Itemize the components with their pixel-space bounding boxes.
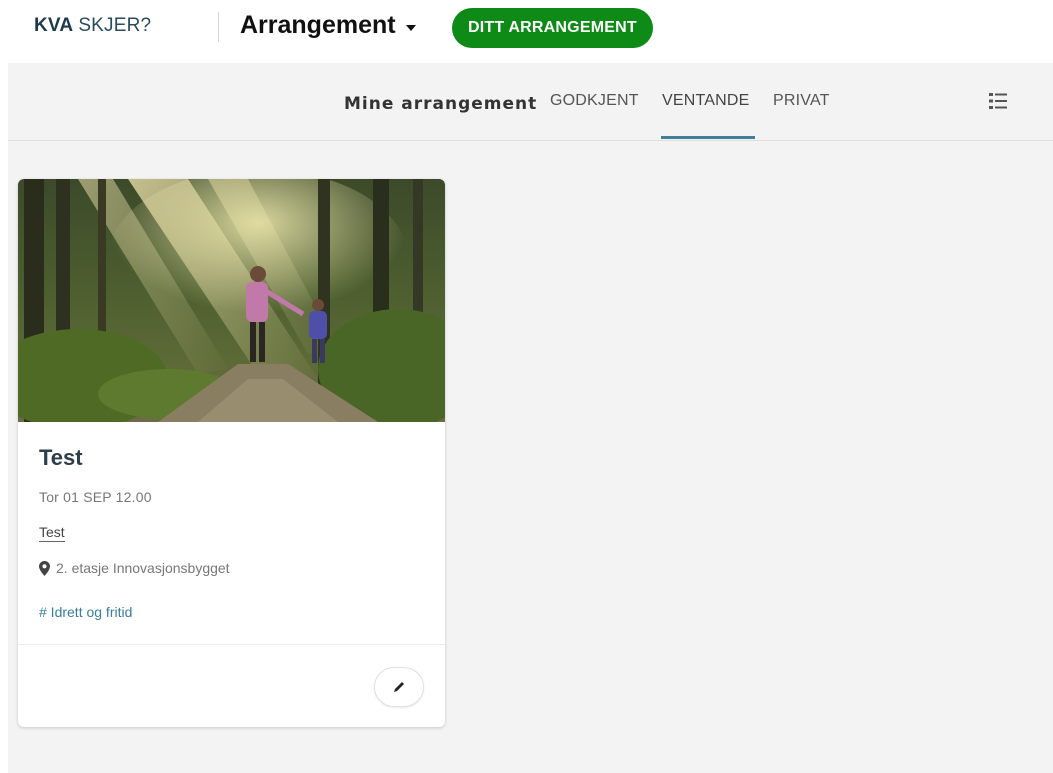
tab-ventande[interactable]: VENTANDE (662, 92, 750, 110)
card-separator (18, 644, 445, 645)
logo-primary: KVA (34, 15, 74, 36)
edit-event-button[interactable] (374, 667, 424, 707)
event-card[interactable]: Test Tor 01 SEP 12.00 Test 2. etasje Inn… (18, 179, 445, 727)
tabs-title: Mine arrangement (344, 94, 538, 114)
list-view-icon[interactable] (988, 92, 1008, 110)
section-dropdown[interactable]: Arrangement (240, 11, 416, 40)
logo[interactable]: KVA SKJER? (34, 15, 151, 37)
event-location-text: 2. etasje Innovasjonsbygget (56, 560, 230, 576)
logo-secondary: SKJER? (78, 15, 152, 36)
ditt-arrangement-button[interactable]: DITT ARRANGEMENT (452, 8, 653, 48)
top-bar: KVA SKJER? Arrangement DITT ARRANGEMENT (0, 0, 1053, 62)
tab-godkjent[interactable]: GODKJENT (550, 92, 639, 110)
tab-privat[interactable]: PRIVAT (773, 92, 830, 110)
event-location: 2. etasje Innovasjonsbygget (39, 560, 230, 576)
pencil-icon (394, 682, 404, 692)
map-pin-icon (39, 560, 50, 576)
event-tag-link[interactable]: # Idrett og fritid (39, 604, 132, 620)
event-title[interactable]: Test (39, 445, 83, 471)
main-content: Mine arrangement GODKJENT VENTANDE PRIVA… (8, 63, 1053, 773)
active-tab-indicator (661, 136, 755, 139)
event-image (18, 179, 445, 422)
section-dropdown-label: Arrangement (240, 11, 396, 39)
event-date: Tor 01 SEP 12.00 (39, 489, 152, 505)
header-divider (218, 12, 219, 42)
tab-bar: Mine arrangement GODKJENT VENTANDE PRIVA… (8, 63, 1053, 141)
event-description: Test (39, 524, 65, 542)
caret-down-icon (405, 24, 416, 31)
